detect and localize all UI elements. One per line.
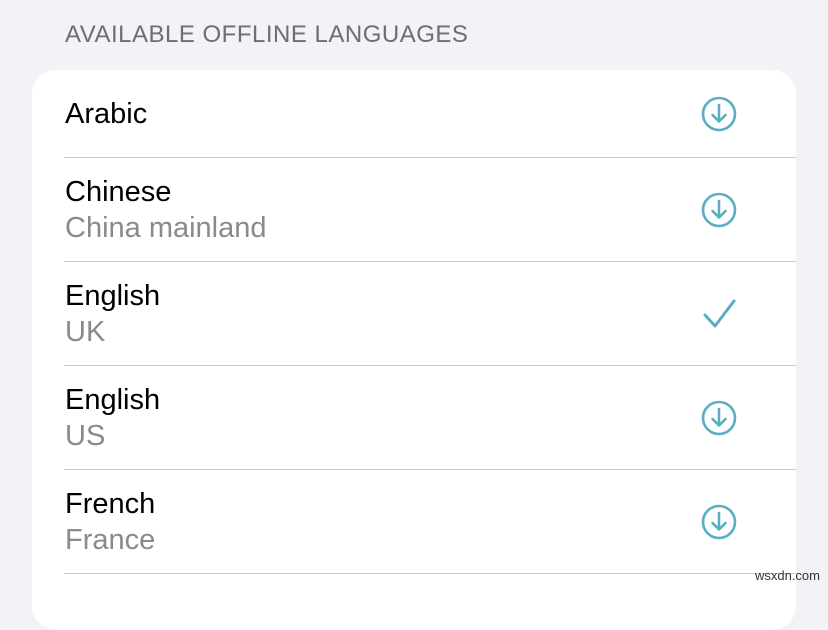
language-region: UK [65, 316, 106, 348]
checkmark-icon [703, 299, 736, 328]
download-icon[interactable] [700, 503, 738, 541]
watermark: wsxdn.com [754, 568, 820, 583]
language-row-english-us[interactable]: English US [32, 366, 796, 470]
language-name: French [65, 488, 156, 520]
download-icon[interactable] [700, 191, 738, 229]
download-icon[interactable] [700, 95, 738, 133]
language-row-arabic[interactable]: Arabic [32, 70, 796, 158]
language-name: English [65, 384, 161, 416]
language-region: France [65, 524, 156, 556]
language-row-french[interactable]: French France [32, 470, 796, 574]
language-region: China mainland [65, 212, 267, 244]
language-name: Arabic [65, 98, 148, 130]
language-row-chinese[interactable]: Chinese China mainland [32, 158, 796, 262]
language-name: Chinese [65, 176, 172, 208]
language-row-english-uk[interactable]: English UK [32, 262, 796, 366]
download-icon[interactable] [700, 399, 738, 437]
row-divider [64, 573, 796, 574]
languages-list: Arabic Chinese China mainland English UK… [32, 70, 796, 630]
section-header: AVAILABLE OFFLINE LANGUAGES [65, 21, 469, 48]
language-name: English [65, 280, 161, 312]
language-region: US [65, 420, 106, 452]
